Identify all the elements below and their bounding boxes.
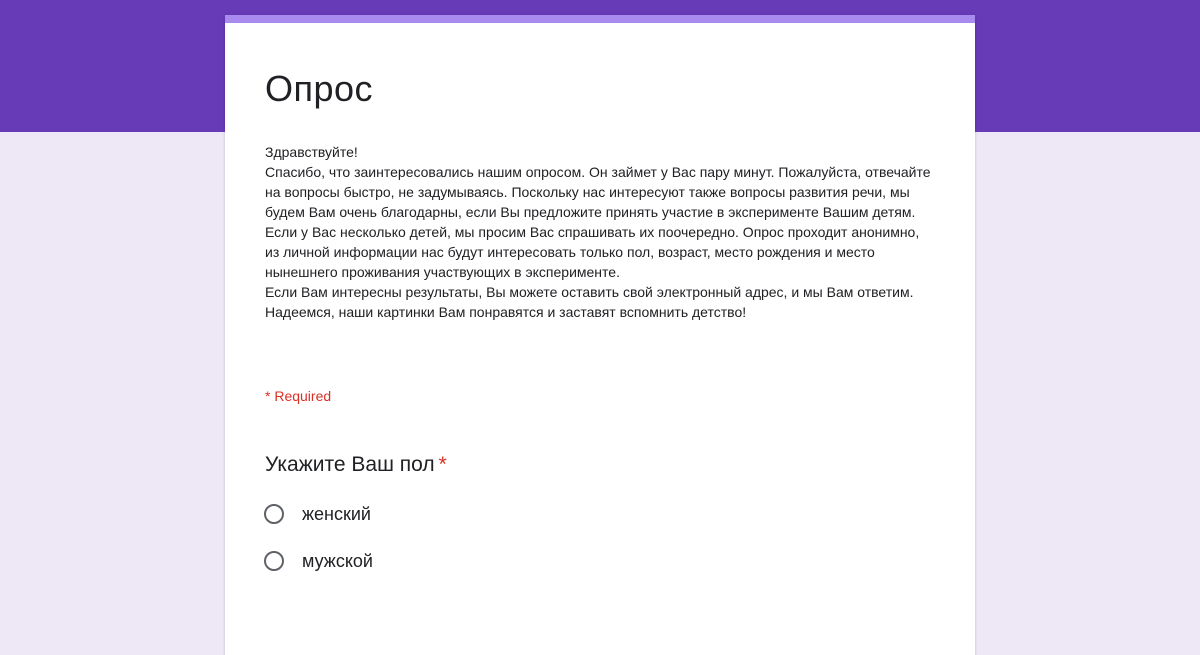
- question-title-text: Укажите Ваш пол: [265, 453, 435, 476]
- option-female[interactable]: женский: [264, 499, 371, 529]
- form-title: Опрос: [265, 68, 374, 109]
- form-description: Здравствуйте! Спасибо, что заинтересовал…: [265, 144, 931, 320]
- radio-button-male[interactable]: [264, 551, 284, 571]
- radio-button-female[interactable]: [264, 504, 284, 524]
- required-asterisk: *: [438, 453, 447, 476]
- required-note: * Required: [265, 388, 332, 404]
- card-accent-bar: [225, 15, 975, 23]
- option-male[interactable]: мужской: [264, 546, 373, 576]
- option-label-male: мужской: [302, 551, 373, 571]
- form-card: Опрос Здравствуйте! Спасибо, что заинтер…: [225, 15, 975, 655]
- question-title: Укажите Ваш пол *: [265, 450, 447, 480]
- option-label-female: женский: [302, 504, 371, 524]
